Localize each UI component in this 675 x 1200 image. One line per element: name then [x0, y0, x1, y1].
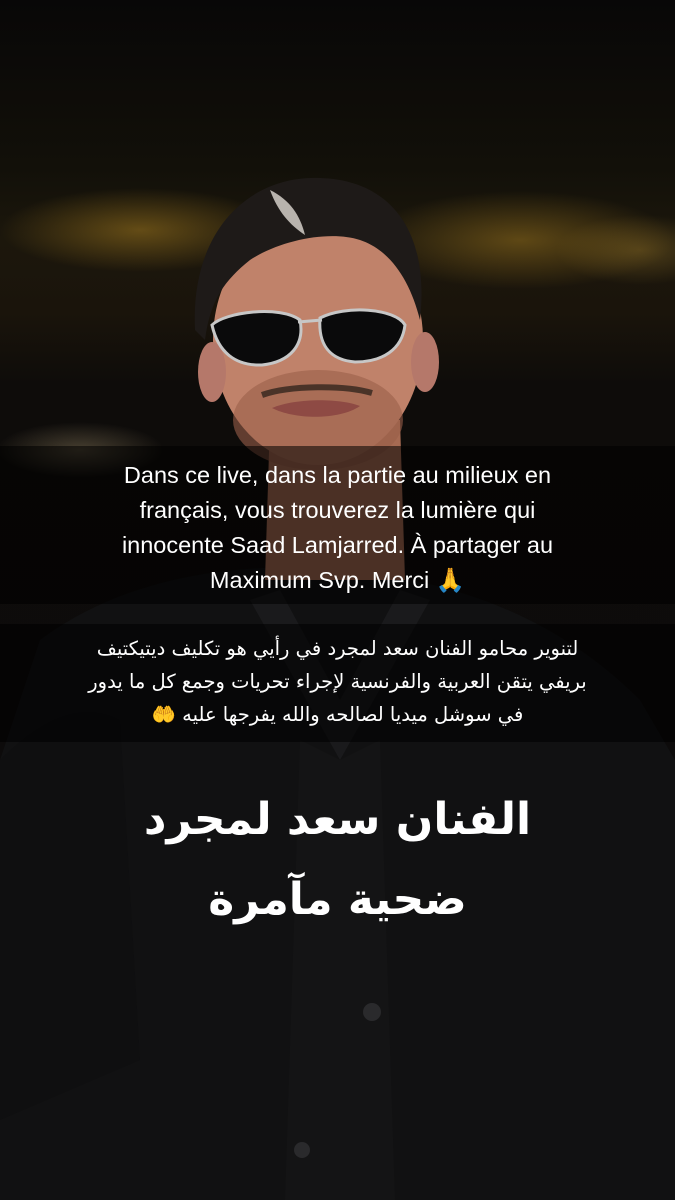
- caption-line: لتنوير محامو الفنان سعد لمجرد في رأيي هو…: [96, 637, 579, 660]
- caption-line: français, vous trouverez la lumière qui: [139, 497, 536, 523]
- french-caption: Dans ce live, dans la partie au milieux …: [0, 446, 675, 604]
- caption-line: في سوشل ميديا لصالحه والله يفرجها عليه 🤲: [151, 703, 524, 726]
- arabic-headline: الفنان سعد لمجرد ضحية مآمرة: [0, 780, 675, 940]
- caption-line: بريفي يتقن العربية والفرنسية لإجراء تحري…: [88, 670, 587, 693]
- caption-line: innocente Saad Lamjarred. À partager au: [121, 532, 554, 558]
- headline-line: ضحية مآمرة: [208, 874, 467, 925]
- caption-line: Maximum Svp. Merci 🙏: [209, 567, 466, 593]
- headline-line: الفنان سعد لمجرد: [143, 794, 532, 845]
- arabic-caption: لتنوير محامو الفنان سعد لمجرد في رأيي هو…: [0, 624, 675, 742]
- caption-line: Dans ce live, dans la partie au milieux …: [123, 462, 552, 488]
